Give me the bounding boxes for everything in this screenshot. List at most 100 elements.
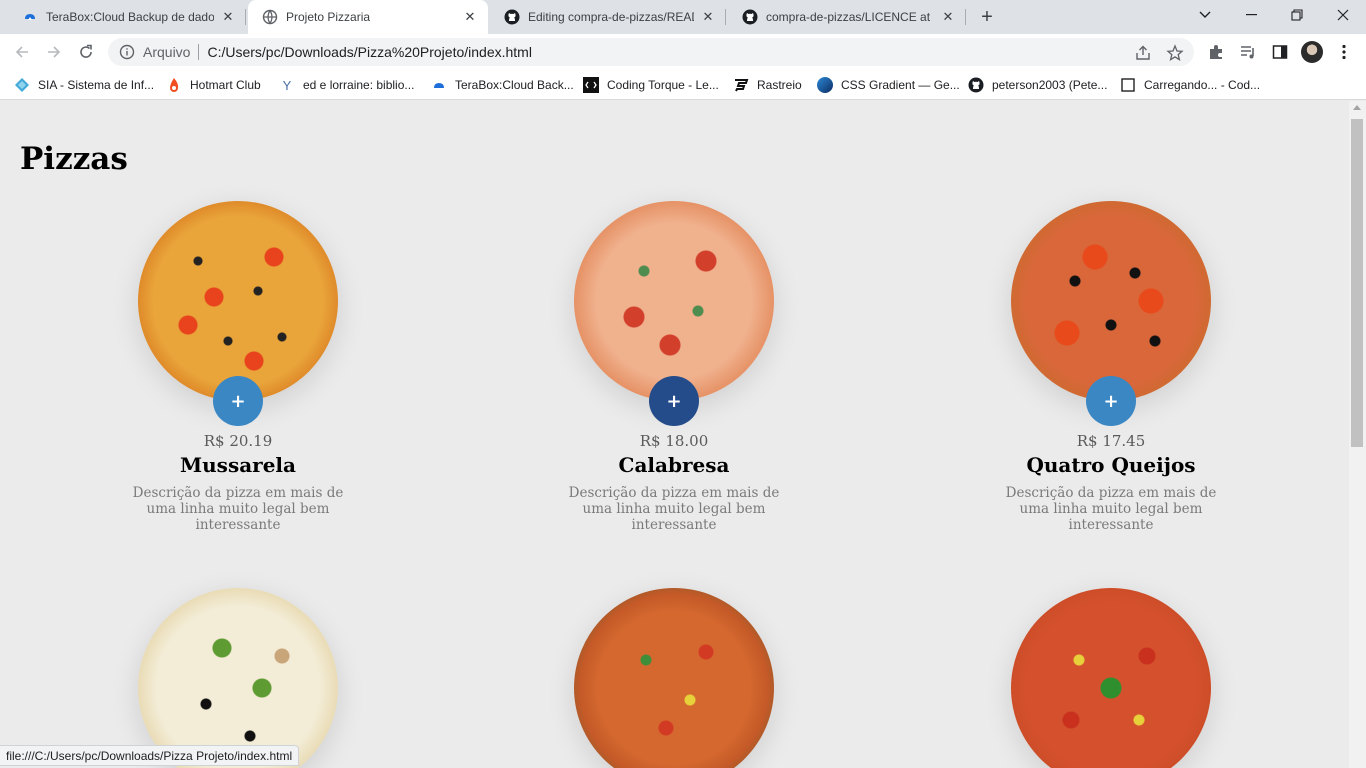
bookmark-coding-torque[interactable]: Coding Torque - Le...	[583, 75, 719, 95]
scrollbar-thumb[interactable]	[1351, 119, 1363, 447]
close-icon[interactable]: ✕	[220, 9, 236, 25]
tab-separator	[725, 9, 726, 25]
tab-separator	[245, 9, 246, 25]
menu-kebab-icon[interactable]	[1334, 42, 1354, 62]
bookmark-label: Hotmart Club	[190, 78, 261, 92]
restore-icon	[1291, 9, 1303, 21]
new-tab-button[interactable]: +	[975, 6, 999, 28]
tab-title: TeraBox:Cloud Backup de dados	[46, 10, 214, 24]
bookmark-label: Rastreio	[757, 78, 802, 92]
close-icon[interactable]: ✕	[700, 9, 716, 25]
pizza-image[interactable]	[1011, 588, 1211, 768]
pizza-description: Descrição da pizza em mais de uma linha …	[132, 485, 344, 533]
reload-button[interactable]	[72, 38, 100, 66]
address-divider	[198, 44, 200, 60]
bookmark-label: Coding Torque - Le...	[607, 78, 719, 92]
hotmart-icon	[166, 77, 182, 93]
pizza-description: Descrição da pizza em mais de uma linha …	[568, 485, 780, 533]
pizza-name: Quatro Queijos	[1026, 453, 1196, 477]
extensions-icon[interactable]	[1206, 42, 1226, 62]
pizza-price: R$ 18.00	[639, 432, 709, 450]
star-icon[interactable]	[1166, 44, 1184, 62]
github-icon	[968, 77, 984, 93]
bookmark-label: peterson2003 (Pete...	[992, 78, 1108, 92]
bookmark-rastreio[interactable]: Rastreio	[733, 75, 802, 95]
tab-title: Projeto Pizzaria	[286, 10, 371, 24]
chevron-down-icon	[1199, 11, 1211, 18]
pizza-card	[991, 588, 1231, 768]
bookmark-sia[interactable]: SIA - Sistema de Inf...	[14, 75, 154, 95]
scroll-up-arrow-icon[interactable]	[1353, 105, 1361, 110]
share-icon[interactable]	[1134, 44, 1152, 62]
page-title: Pizzas	[20, 141, 128, 177]
pizza-image[interactable]: +	[1011, 201, 1211, 426]
forward-button[interactable]	[40, 38, 68, 66]
pizza-description: Descrição da pizza em mais de uma linha …	[1005, 485, 1217, 533]
address-scheme-label: Arquivo	[143, 44, 191, 60]
codingtorque-icon	[583, 77, 599, 93]
reload-icon	[80, 44, 92, 58]
bookmark-carregando[interactable]: Carregando... - Cod...	[1120, 75, 1260, 95]
pizza-card: + R$ 17.45 Quatro Queijos Descrição da p…	[991, 201, 1231, 533]
status-bar-url: file:///C:/Users/pc/Downloads/Pizza Proj…	[0, 745, 300, 766]
minimize-icon	[1245, 14, 1257, 16]
pizza-price: R$ 20.19	[203, 432, 273, 450]
tab-separator	[965, 9, 966, 25]
pizza-image[interactable]	[138, 588, 338, 768]
bookmarks-bar: SIA - Sistema de Inf... Hotmart Club Y e…	[0, 70, 1366, 100]
globe-icon	[262, 9, 278, 25]
browser-toolbar: Arquivo C:/Users/pc/Downloads/Pizza%20Pr…	[0, 34, 1366, 70]
info-icon[interactable]	[119, 44, 135, 60]
pizza-card: + R$ 18.00 Calabresa Descrição da pizza …	[554, 201, 794, 533]
tab-search-button[interactable]	[1182, 0, 1228, 30]
tab-title: Editing compra-de-pizzas/READM	[528, 10, 694, 24]
pizza-price: R$ 17.45	[1076, 432, 1146, 450]
rastreio-icon	[733, 77, 749, 93]
bookmark-label: Carregando... - Cod...	[1144, 78, 1261, 92]
pizza-name: Mussarela	[180, 453, 296, 477]
minimize-button[interactable]	[1228, 0, 1274, 30]
close-icon[interactable]: ✕	[940, 9, 956, 25]
sia-icon	[14, 77, 30, 93]
pizza-image[interactable]: +	[574, 201, 774, 426]
close-icon	[1337, 9, 1349, 21]
github-icon	[742, 9, 758, 25]
pizza-name: Calabresa	[618, 453, 730, 477]
side-panel-icon[interactable]	[1270, 42, 1290, 62]
add-to-cart-button[interactable]: +	[1086, 376, 1136, 426]
address-bar[interactable]: Arquivo C:/Users/pc/Downloads/Pizza%20Pr…	[108, 38, 1194, 66]
tab-projeto-pizzaria[interactable]: Projeto Pizzaria ✕	[248, 0, 488, 34]
add-to-cart-button[interactable]: +	[213, 376, 263, 426]
restore-button[interactable]	[1274, 0, 1320, 30]
cssgradient-icon	[817, 77, 833, 93]
bookmark-peterson[interactable]: peterson2003 (Pete...	[968, 75, 1107, 95]
profile-avatar[interactable]	[1301, 41, 1323, 63]
bookmark-css-gradient[interactable]: CSS Gradient — Ge...	[817, 75, 960, 95]
back-button[interactable]	[8, 38, 36, 66]
pizza-card: + R$ 20.19 Mussarela Descrição da pizza …	[118, 201, 358, 533]
close-icon[interactable]: ✕	[462, 9, 478, 25]
page-icon	[1120, 77, 1136, 93]
terabox-icon	[431, 77, 447, 93]
tab-editing-readme[interactable]: Editing compra-de-pizzas/READM ✕	[490, 0, 726, 34]
page-viewport: Pizzas + R$ 20.19 Mussarela Descrição da…	[0, 101, 1349, 768]
tab-terabox[interactable]: TeraBox:Cloud Backup de dados ✕	[8, 0, 246, 34]
window-close-button[interactable]	[1320, 0, 1366, 30]
bookmark-terabox[interactable]: TeraBox:Cloud Back...	[431, 75, 574, 95]
tab-strip: TeraBox:Cloud Backup de dados ✕ Projeto …	[0, 0, 1366, 34]
media-control-icon[interactable]	[1238, 42, 1258, 62]
bookmark-ed-lorraine[interactable]: Y ed e lorraine: biblio...	[279, 75, 415, 95]
bookmark-label: SIA - Sistema de Inf...	[38, 78, 155, 92]
add-to-cart-button[interactable]: +	[649, 376, 699, 426]
address-url[interactable]: C:/Users/pc/Downloads/Pizza%20Projeto/in…	[207, 44, 531, 60]
terabox-icon	[22, 9, 38, 25]
bookmark-label: TeraBox:Cloud Back...	[455, 78, 574, 92]
bookmark-hotmart[interactable]: Hotmart Club	[166, 75, 261, 95]
tab-licence[interactable]: compra-de-pizzas/LICENCE at m ✕	[728, 0, 966, 34]
pizza-card	[554, 588, 794, 768]
pizza-image[interactable]: +	[138, 201, 338, 426]
tab-title: compra-de-pizzas/LICENCE at m	[766, 10, 934, 24]
y-icon: Y	[282, 77, 292, 93]
pizza-image[interactable]	[574, 588, 774, 768]
page-scrollbar[interactable]	[1349, 101, 1366, 768]
